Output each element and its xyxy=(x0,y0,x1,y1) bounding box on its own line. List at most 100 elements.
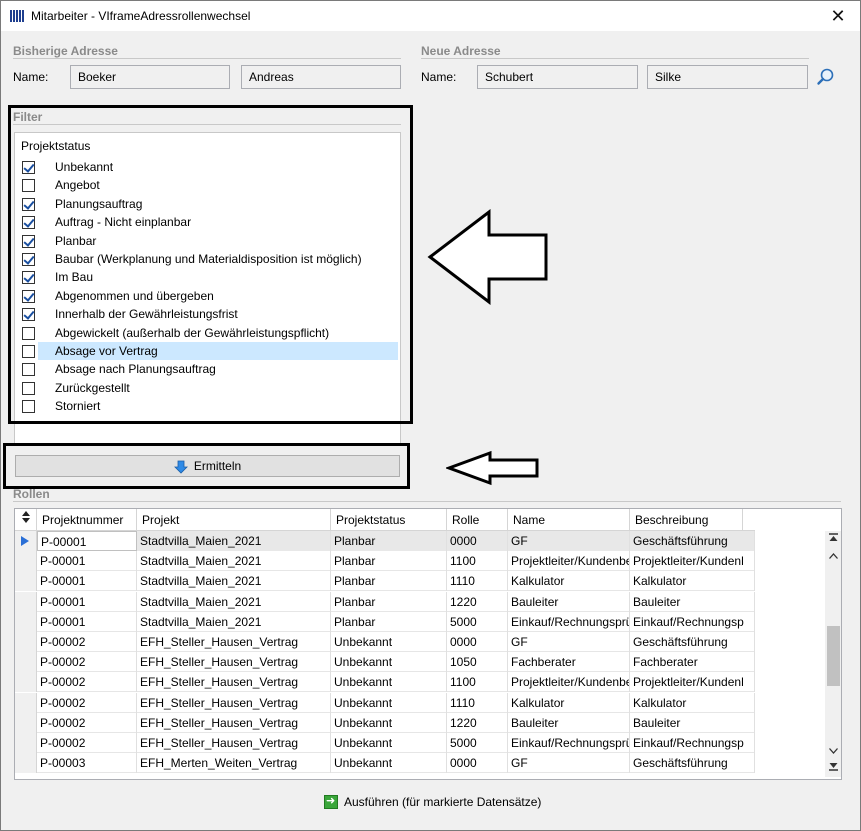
table-row[interactable]: P-00003 EFH_Merten_Weiten_Vertrag Unbekann… xyxy=(15,753,755,774)
row-selector[interactable] xyxy=(15,551,37,572)
cell-beschreibung[interactable]: Projektleiter/Kundenl xyxy=(630,672,755,693)
scroll-top-icon[interactable] xyxy=(825,531,841,548)
cell-projektnummer[interactable]: P-00002 xyxy=(37,692,137,713)
cell-beschreibung[interactable]: Geschäftsführung xyxy=(630,632,755,652)
column-header-name[interactable]: Name xyxy=(508,509,630,531)
cell-projektstatus[interactable]: Planbar xyxy=(331,551,447,572)
cell-beschreibung[interactable]: Geschäftsführung xyxy=(630,753,755,774)
cell-name[interactable]: GF xyxy=(508,531,630,551)
cell-name[interactable]: Projektleiter/Kundenbe xyxy=(508,551,630,572)
cell-rolle[interactable]: 1110 xyxy=(447,571,508,592)
cell-rolle[interactable]: 5000 xyxy=(447,733,508,753)
row-selector[interactable] xyxy=(15,692,37,713)
cell-beschreibung[interactable]: Fachberater xyxy=(630,652,755,673)
scrollbar-thumb[interactable] xyxy=(827,626,840,686)
cell-projektnummer[interactable]: P-00003 xyxy=(37,753,137,774)
cell-name[interactable]: Bauleiter xyxy=(508,591,630,612)
cell-projektnummer[interactable]: P-00002 xyxy=(37,712,137,733)
table-row[interactable]: P-00001 Stadtvilla_Maien_2021 Planbar 5000 E… xyxy=(15,611,755,632)
cell-name[interactable]: GF xyxy=(508,753,630,774)
cell-projektnummer[interactable]: P-00001 xyxy=(37,611,137,632)
cell-projekt[interactable]: EFH_Merten_Weiten_Vertrag xyxy=(137,753,331,774)
cell-name[interactable]: Kalkulator xyxy=(508,571,630,592)
cell-name[interactable]: GF xyxy=(508,632,630,652)
cell-rolle[interactable]: 1100 xyxy=(447,551,508,572)
cell-projekt[interactable]: EFH_Steller_Hausen_Vertrag xyxy=(137,712,331,733)
row-selector[interactable] xyxy=(15,632,37,652)
bisherige-last-name-field[interactable]: Boeker xyxy=(70,65,230,89)
column-header-beschreibung[interactable]: Beschreibung xyxy=(630,509,743,531)
cell-rolle[interactable]: 1100 xyxy=(447,672,508,693)
table-row[interactable]: P-00001 Stadtvilla_Maien_2021 Planbar 1100 P… xyxy=(15,551,755,572)
cell-name[interactable]: Bauleiter xyxy=(508,712,630,733)
column-header-rolle[interactable]: Rolle xyxy=(447,509,508,531)
row-selector[interactable] xyxy=(15,733,37,753)
row-selector[interactable] xyxy=(15,571,37,592)
cell-projektnummer[interactable]: P-00001 xyxy=(37,531,137,551)
cell-projektstatus[interactable]: Unbekannt xyxy=(331,753,447,774)
row-selector[interactable] xyxy=(15,591,37,612)
cell-rolle[interactable]: 5000 xyxy=(447,611,508,632)
close-button[interactable]: ✕ xyxy=(816,1,860,31)
search-icon[interactable] xyxy=(816,67,836,87)
cell-projektstatus[interactable]: Unbekannt xyxy=(331,692,447,713)
cell-projektnummer[interactable]: P-00002 xyxy=(37,672,137,693)
cell-projekt[interactable]: Stadtvilla_Maien_2021 xyxy=(137,551,331,572)
cell-projekt[interactable]: EFH_Steller_Hausen_Vertrag xyxy=(137,632,331,652)
table-row[interactable]: P-00001 Stadtvilla_Maien_2021 Planbar 1220 B… xyxy=(15,591,755,612)
cell-rolle[interactable]: 0000 xyxy=(447,531,508,551)
cell-beschreibung[interactable]: Kalkulator xyxy=(630,571,755,592)
sort-toggle-icon[interactable] xyxy=(15,509,37,531)
cell-projektstatus[interactable]: Unbekannt xyxy=(331,652,447,673)
cell-projektnummer[interactable]: P-00002 xyxy=(37,652,137,673)
cell-projekt[interactable]: EFH_Steller_Hausen_Vertrag xyxy=(137,652,331,673)
cell-beschreibung[interactable]: Einkauf/Rechnungsp xyxy=(630,611,755,632)
cell-rolle[interactable]: 0000 xyxy=(447,753,508,774)
cell-beschreibung[interactable]: Bauleiter xyxy=(630,591,755,612)
cell-projekt[interactable]: Stadtvilla_Maien_2021 xyxy=(137,571,331,592)
scroll-bottom-icon[interactable] xyxy=(825,760,841,777)
row-selector[interactable] xyxy=(15,753,37,774)
neue-first-name-field[interactable]: Silke xyxy=(647,65,808,89)
cell-projektnummer[interactable]: P-00001 xyxy=(37,571,137,592)
column-header-projektnummer[interactable]: Projektnummer xyxy=(37,509,137,531)
cell-name[interactable]: Kalkulator xyxy=(508,692,630,713)
cell-rolle[interactable]: 1110 xyxy=(447,692,508,713)
cell-projektnummer[interactable]: P-00001 xyxy=(37,591,137,612)
cell-projektstatus[interactable]: Planbar xyxy=(331,591,447,612)
table-row[interactable]: P-00002 EFH_Steller_Hausen_Vertrag Unbekan… xyxy=(15,632,755,652)
row-selector[interactable] xyxy=(15,611,37,632)
cell-rolle[interactable]: 0000 xyxy=(447,632,508,652)
cell-rolle[interactable]: 1220 xyxy=(447,712,508,733)
row-selector[interactable] xyxy=(15,712,37,733)
cell-projektstatus[interactable]: Planbar xyxy=(331,531,447,551)
scroll-down-icon[interactable] xyxy=(825,743,841,760)
execute-button[interactable]: Ausführen (für markierte Datensätze) xyxy=(324,793,541,811)
scroll-up-icon[interactable] xyxy=(825,548,841,565)
cell-rolle[interactable]: 1050 xyxy=(447,652,508,673)
cell-projektstatus[interactable]: Unbekannt xyxy=(331,672,447,693)
cell-beschreibung[interactable]: Kalkulator xyxy=(630,692,755,713)
table-row[interactable]: P-00002 EFH_Steller_Hausen_Vertrag Unbekan… xyxy=(15,672,755,693)
table-row[interactable]: P-00002 EFH_Steller_Hausen_Vertrag Unbekan… xyxy=(15,733,755,753)
cell-beschreibung[interactable]: Projektleiter/Kundenl xyxy=(630,551,755,572)
table-row[interactable]: P-00002 EFH_Steller_Hausen_Vertrag Unbekan… xyxy=(15,712,755,733)
table-row[interactable]: P-00002 EFH_Steller_Hausen_Vertrag Unbekan… xyxy=(15,652,755,673)
table-row[interactable]: P-00001 Stadtvilla_Maien_2021 Planbar 0000 G… xyxy=(15,531,755,551)
row-selector[interactable] xyxy=(15,672,37,693)
cell-projektnummer[interactable]: P-00001 xyxy=(37,551,137,572)
cell-beschreibung[interactable]: Einkauf/Rechnungsp xyxy=(630,733,755,753)
cell-name[interactable]: Fachberater xyxy=(508,652,630,673)
table-row[interactable]: P-00001 Stadtvilla_Maien_2021 Planbar 1110 K… xyxy=(15,571,755,592)
cell-projekt[interactable]: Stadtvilla_Maien_2021 xyxy=(137,611,331,632)
cell-name[interactable]: Einkauf/Rechnungsprü xyxy=(508,611,630,632)
table-row[interactable]: P-00002 EFH_Steller_Hausen_Vertrag Unbekan… xyxy=(15,692,755,713)
cell-projektstatus[interactable]: Unbekannt xyxy=(331,733,447,753)
cell-projektstatus[interactable]: Unbekannt xyxy=(331,712,447,733)
bisherige-first-name-field[interactable]: Andreas xyxy=(241,65,401,89)
cell-projekt[interactable]: Stadtvilla_Maien_2021 xyxy=(137,531,331,551)
cell-beschreibung[interactable]: Geschäftsführung xyxy=(630,531,755,551)
cell-projektnummer[interactable]: P-00002 xyxy=(37,632,137,652)
cell-projekt[interactable]: EFH_Steller_Hausen_Vertrag xyxy=(137,733,331,753)
cell-beschreibung[interactable]: Bauleiter xyxy=(630,712,755,733)
